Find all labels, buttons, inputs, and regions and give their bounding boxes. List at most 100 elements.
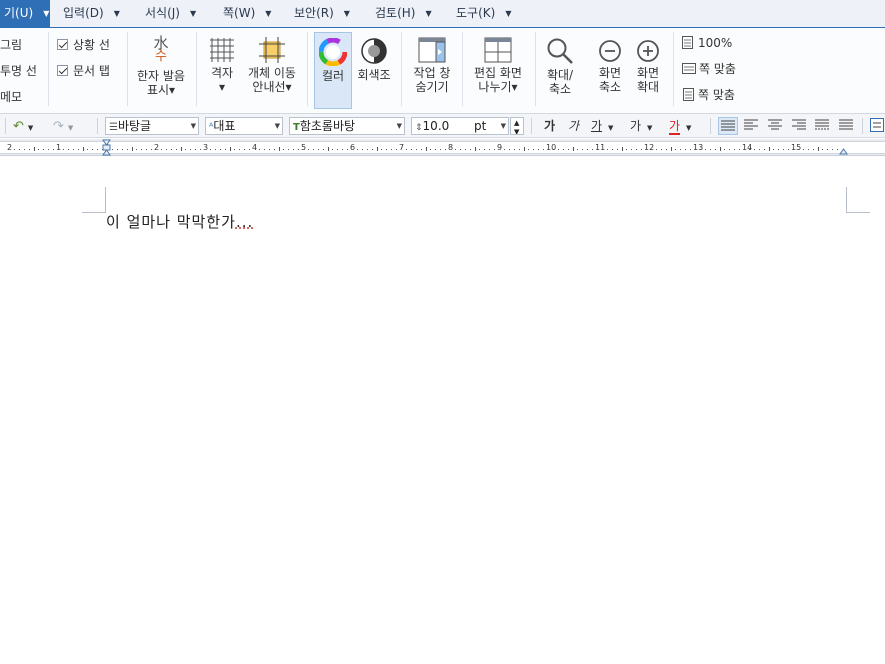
align-justify-button[interactable] <box>718 117 738 135</box>
grid-label: 격자 ▾ <box>210 66 234 94</box>
split-screen-button[interactable]: 편집 화면 나누기▾ <box>468 37 528 94</box>
right-indent-marker[interactable] <box>839 140 848 155</box>
bold-label: 가 <box>544 119 556 133</box>
zoom-out-button[interactable]: 화면 축소 <box>592 39 628 94</box>
ruler-tick <box>592 149 594 150</box>
menu-page[interactable]: 쪽(W) ▼ <box>223 0 271 27</box>
ruler-tick <box>67 149 69 150</box>
hide-task-window-button[interactable]: 작업 창 숨기기 <box>406 37 458 94</box>
chevron-down-icon[interactable]: ▼ <box>43 0 49 27</box>
distribute-button[interactable] <box>814 117 830 135</box>
ruler-tick <box>23 149 25 150</box>
ruler-tick <box>141 149 143 150</box>
align-left-icon <box>744 119 758 130</box>
ruler-tick <box>562 149 564 150</box>
ribbon-divider <box>673 32 674 106</box>
ruler-tick <box>479 149 481 150</box>
menu-security[interactable]: 보안(R) ▼ <box>294 0 350 27</box>
chevron-down-icon[interactable]: ▼ <box>608 119 613 137</box>
chevron-down-icon[interactable]: ▼ <box>344 0 350 27</box>
picture-toggle[interactable]: 그림 <box>0 36 22 54</box>
zoom-100-button[interactable]: 100% <box>682 34 732 52</box>
ruler-tick <box>616 149 618 150</box>
line-spacing-button[interactable] <box>870 117 884 135</box>
document-paragraph[interactable]: 이 얼마나 막막한가... <box>106 211 253 232</box>
chevron-down-icon[interactable]: ▼ <box>686 124 691 132</box>
ruler-tick <box>807 149 809 150</box>
chevron-down-icon[interactable]: ▼ <box>191 118 196 134</box>
redo-button[interactable]: ↷ ▼ <box>53 117 73 135</box>
chevron-down-icon[interactable]: ▼ <box>505 0 511 27</box>
font-select[interactable]: T함초롬바탕 ▼ <box>289 117 405 135</box>
object-move-guide-button[interactable]: 개체 이동 안내선▾ <box>243 37 301 94</box>
ruler-tick <box>494 149 496 150</box>
left-indent-marker[interactable] <box>102 139 111 156</box>
grayscale-icon <box>361 38 387 64</box>
document-canvas[interactable]: 이 얼마나 막막한가... <box>0 157 885 664</box>
transparent-line-toggle[interactable]: 투명 선 <box>0 62 37 80</box>
ruler-tick <box>126 149 128 150</box>
ruler-tick <box>337 149 339 150</box>
chevron-down-icon[interactable]: ▼ <box>275 118 280 134</box>
doc-tab-checkbox[interactable]: 문서 탭 <box>57 63 110 79</box>
fit-page-button[interactable]: 쪽 맞춤 <box>682 86 735 104</box>
undo-button[interactable]: ↶ ▼ <box>13 117 33 135</box>
ruler-tick <box>650 149 652 150</box>
bold-button[interactable]: 가 <box>544 117 555 135</box>
fit-width-button[interactable]: 쪽 맞춤 <box>682 60 736 78</box>
horizontal-ruler[interactable]: 21123456789101112131415 <box>0 139 885 156</box>
ruler-tick <box>214 149 216 150</box>
chevron-down-icon[interactable]: ▼ <box>397 118 402 134</box>
chevron-down-icon[interactable]: ▼ <box>425 0 431 27</box>
zoom-label: 확대/ 축소 <box>546 68 574 96</box>
menu-input[interactable]: 입력(D) ▼ <box>63 0 120 27</box>
status-line-checkbox[interactable]: 상황 선 <box>57 37 110 53</box>
chevron-down-icon[interactable]: ▼ <box>68 124 73 132</box>
ruler-tick <box>699 149 701 150</box>
checkbox[interactable] <box>57 65 68 76</box>
language-select[interactable]: ᴬ대표 ▼ <box>205 117 283 135</box>
menu-format[interactable]: 서식(J) ▼ <box>145 0 196 27</box>
zoom-in-button[interactable]: 화면 확대 <box>630 39 666 94</box>
color-mode-button[interactable]: 컬러 <box>314 32 352 109</box>
zoom-button[interactable]: 확대/ 축소 <box>541 37 579 96</box>
chevron-down-icon[interactable]: ▼ <box>265 0 271 27</box>
checkbox[interactable] <box>57 39 68 50</box>
strike-button[interactable]: 가 ▼ <box>630 117 652 135</box>
chevron-down-icon[interactable]: ▼ <box>190 0 196 27</box>
underline-button[interactable]: 가 ▼ <box>591 117 613 135</box>
ruler-tick <box>33 147 35 151</box>
align-center-button[interactable] <box>767 117 783 135</box>
ruler-tick <box>229 147 231 151</box>
memo-toggle[interactable]: 메모 <box>0 88 22 106</box>
style-select[interactable]: ☰바탕글 ▼ <box>105 117 199 135</box>
language-value: 대표 <box>213 119 236 133</box>
chevron-down-icon[interactable]: ▼ <box>647 124 652 132</box>
chevron-down-icon[interactable]: ▼ <box>28 124 33 132</box>
ruler-tick <box>435 149 437 150</box>
grid-button[interactable]: 격자 ▾ <box>203 37 241 94</box>
hanja-pronunciation-button[interactable]: 水 수 한자 발음 표시▾ <box>132 36 190 98</box>
grayscale-mode-button[interactable]: 회색조 <box>354 37 394 82</box>
ruler-tick <box>729 149 731 150</box>
font-size-spinner[interactable]: ▲ ▼ <box>510 117 524 135</box>
ruler-tick <box>62 149 64 150</box>
text-color-button[interactable]: 가 ▼ <box>669 117 691 135</box>
align-right-button[interactable] <box>791 117 807 135</box>
menu-review[interactable]: 검토(H) ▼ <box>375 0 432 27</box>
chevron-down-icon[interactable]: ▼ <box>114 0 120 27</box>
ruler-tick <box>53 149 55 150</box>
divide-button[interactable] <box>838 117 854 135</box>
grid-icon <box>210 38 234 62</box>
ruler-tick <box>234 149 236 150</box>
chevron-down-icon[interactable]: ▼ <box>501 118 506 134</box>
menu-tools[interactable]: 도구(K) ▼ <box>456 0 511 27</box>
font-size-select[interactable]: ⇕10.0 pt ▼ <box>411 117 509 135</box>
ruler-number: 7 <box>399 143 405 152</box>
menu-tools-partial[interactable]: 기(U) ▼ <box>0 0 50 27</box>
paragraph-ellipsis: ... <box>235 213 254 231</box>
align-left-button[interactable] <box>743 117 759 135</box>
spin-down-icon[interactable]: ▼ <box>514 124 519 134</box>
italic-button[interactable]: 가 <box>568 117 579 135</box>
ruler-tick <box>734 149 736 150</box>
